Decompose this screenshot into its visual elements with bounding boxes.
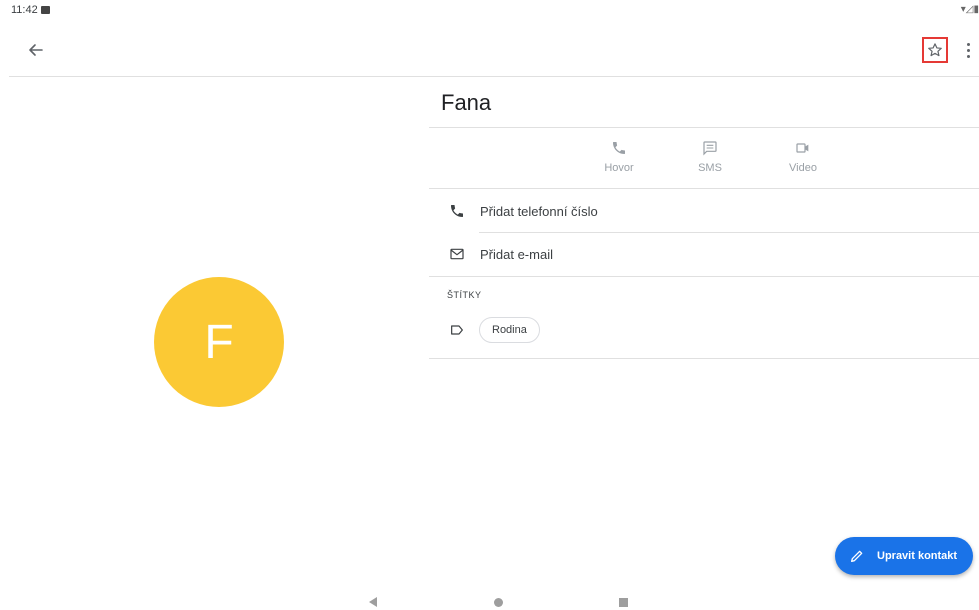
videocam-icon [796, 143, 809, 153]
contact-avatar: F [154, 277, 284, 407]
status-icons: ▾◿▮ [960, 4, 979, 15]
divider [429, 358, 979, 359]
nav-home-icon[interactable] [494, 598, 503, 607]
video-action-button[interactable]: Video [773, 140, 833, 174]
mail-icon [450, 248, 464, 260]
toolbar-divider [9, 76, 979, 77]
arrow-left-icon [29, 44, 43, 56]
edit-contact-button[interactable]: Upravit kontakt [835, 537, 973, 575]
add-email-link[interactable]: Přidat e-mail [480, 247, 553, 262]
divider [429, 276, 979, 277]
sms-action-button[interactable]: SMS [680, 140, 740, 174]
pencil-icon [851, 550, 863, 562]
star-outline-icon [928, 43, 942, 57]
nav-recents-icon[interactable] [619, 598, 628, 607]
label-outline-icon [451, 325, 463, 335]
image-notification-icon [41, 6, 50, 14]
phone-icon [451, 205, 463, 217]
contact-name: Fana [441, 90, 492, 115]
divider [429, 188, 979, 189]
phone-icon [613, 142, 625, 154]
nav-back-icon[interactable] [369, 597, 377, 607]
phone-row-icon [448, 202, 466, 220]
divider [479, 232, 979, 233]
video-action-label: Video [789, 162, 817, 174]
email-row-icon [448, 245, 466, 263]
add-phone-link[interactable]: Přidat telefonní číslo [480, 204, 598, 219]
call-action-button[interactable]: Hovor [589, 140, 649, 174]
label-row-icon [448, 321, 466, 339]
sms-action-label: SMS [698, 162, 722, 174]
more-vert-icon [966, 42, 970, 46]
star-favorite-button[interactable] [922, 37, 948, 63]
more-options-button[interactable] [958, 38, 978, 62]
message-icon [703, 141, 717, 156]
back-button[interactable] [24, 38, 48, 62]
label-chip[interactable]: Rodina [479, 317, 540, 343]
call-action-label: Hovor [604, 162, 634, 174]
edit-contact-label: Upravit kontakt [877, 550, 958, 562]
divider [429, 127, 979, 128]
labels-heading: ŠTÍTKY [447, 290, 482, 300]
status-time: 11:42 [11, 4, 38, 16]
